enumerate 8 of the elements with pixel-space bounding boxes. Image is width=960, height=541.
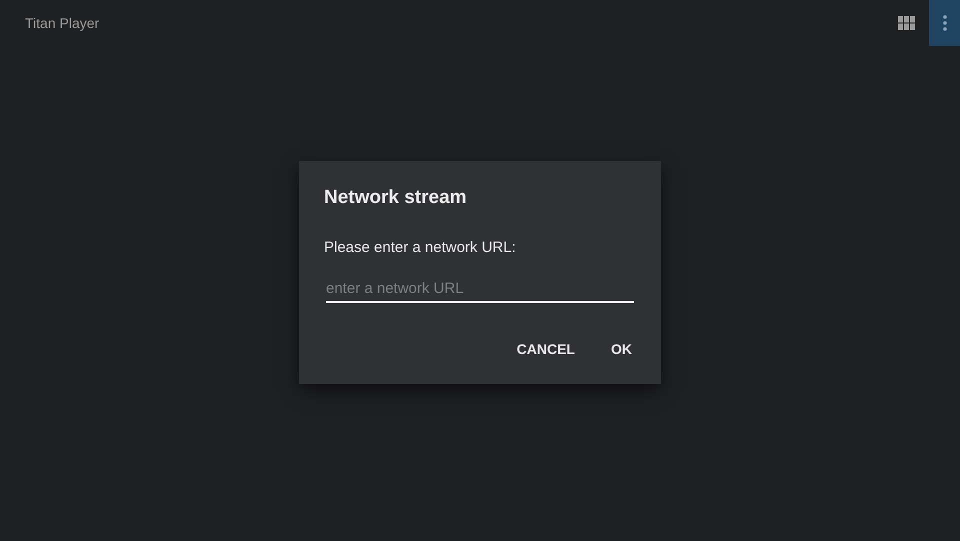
grid-view-icon[interactable] (898, 16, 916, 30)
more-icon (942, 15, 946, 31)
cancel-button[interactable]: CANCEL (502, 333, 589, 365)
url-field[interactable]: enter a network URL (326, 276, 634, 303)
ok-button[interactable]: OK (597, 333, 646, 365)
dialog-message: Please enter a network URL: (324, 239, 517, 256)
dialog-title: Network stream (324, 187, 468, 209)
app-title: Titan Player (25, 15, 100, 31)
